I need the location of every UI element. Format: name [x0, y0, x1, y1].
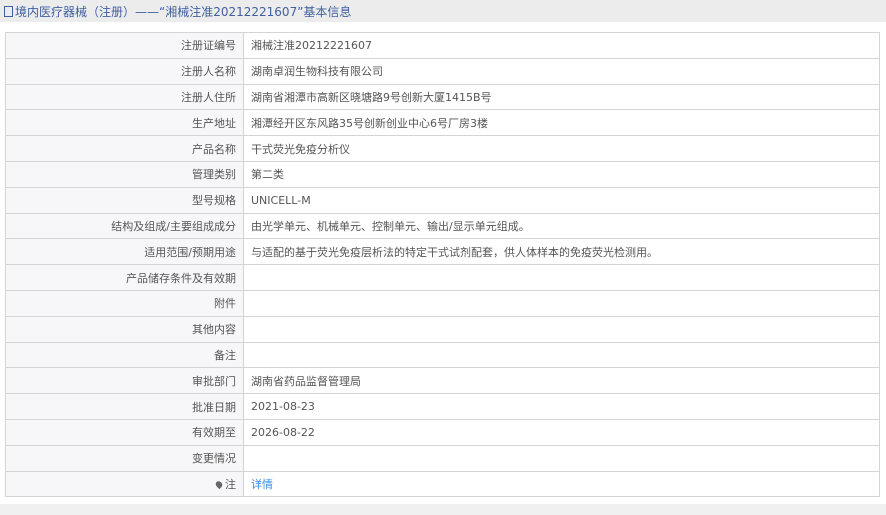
field-value: [243, 315, 880, 343]
field-value: [243, 444, 880, 472]
table-row: 注册人住所 湖南省湘潭市高新区晓塘路9号创新大厦1415B号: [5, 83, 880, 111]
table-row: 适用范围/预期用途 与适配的基于荧光免疫层析法的特定干式试剂配套，供人体样本的免疫…: [5, 238, 880, 266]
field-label: 适用范围/预期用途: [5, 238, 244, 266]
table-row-note: 注 详情: [5, 470, 880, 498]
field-label: 注册人名称: [5, 57, 244, 85]
table-row: 附件: [5, 289, 880, 317]
field-label: 注册人住所: [5, 83, 244, 111]
field-value: UNICELL-M: [243, 186, 880, 214]
details-link[interactable]: 详情: [251, 478, 273, 491]
table-row: 管理类别 第二类: [5, 160, 880, 188]
table-row: 注册证编号 湘械注准20212221607: [5, 32, 880, 59]
table-row: 生产地址 湘潭经开区东风路35号创新创业中心6号厂房3楼: [5, 109, 880, 137]
table-row: 注册人名称 湖南卓润生物科技有限公司: [5, 57, 880, 85]
field-value: 2026-08-22: [243, 418, 880, 446]
field-label: 结构及组成/主要组成成分: [5, 212, 244, 240]
page-header: 境内医疗器械（注册）——“湘械注准20212221607”基本信息: [0, 0, 886, 22]
field-label: 有效期至: [5, 418, 244, 446]
table-row: 变更情况: [5, 444, 880, 472]
table-row: 备注: [5, 341, 880, 369]
field-value: 干式荧光免疫分析仪: [243, 135, 880, 162]
field-value: 湖南省湘潭市高新区晓塘路9号创新大厦1415B号: [243, 83, 880, 111]
field-label: 管理类别: [5, 160, 244, 188]
field-value: 详情: [243, 470, 880, 498]
field-label: 注: [5, 470, 244, 498]
pin-icon: [214, 479, 224, 490]
field-value: 湖南省药品监督管理局: [243, 367, 880, 395]
field-value: 湘潭经开区东风路35号创新创业中心6号厂房3楼: [243, 109, 880, 137]
field-label: 其他内容: [5, 315, 244, 343]
field-label: 附件: [5, 289, 244, 317]
table-row: 产品名称 干式荧光免疫分析仪: [5, 135, 880, 162]
footer-bar: [0, 504, 886, 515]
table-row: 产品储存条件及有效期: [5, 264, 880, 291]
field-value: 由光学单元、机械单元、控制单元、输出/显示单元组成。: [243, 212, 880, 240]
field-label: 备注: [5, 341, 244, 369]
field-value: 湘械注准20212221607: [243, 32, 880, 59]
field-label: 产品名称: [5, 135, 244, 162]
table-row: 型号规格 UNICELL-M: [5, 186, 880, 214]
table-row: 有效期至 2026-08-22: [5, 418, 880, 446]
field-value: 2021-08-23: [243, 393, 880, 420]
field-label: 生产地址: [5, 109, 244, 137]
document-icon: [4, 5, 13, 17]
page-title: 境内医疗器械（注册）——“湘械注准20212221607”基本信息: [15, 4, 352, 19]
field-value: [243, 289, 880, 317]
info-table: 注册证编号 湘械注准20212221607 注册人名称 湖南卓润生物科技有限公司 注册人…: [5, 32, 880, 498]
field-label: 型号规格: [5, 186, 244, 214]
field-label: 批准日期: [5, 393, 244, 420]
field-value: 与适配的基于荧光免疫层析法的特定干式试剂配套，供人体样本的免疫荧光检测用。: [243, 238, 880, 266]
field-label: 审批部门: [5, 367, 244, 395]
field-label: 变更情况: [5, 444, 244, 472]
table-row: 其他内容: [5, 315, 880, 343]
field-value: [243, 341, 880, 369]
field-label: 注册证编号: [5, 32, 244, 59]
field-value: 湖南卓润生物科技有限公司: [243, 57, 880, 85]
field-value: [243, 264, 880, 291]
note-label: 注: [225, 477, 236, 491]
field-value: 第二类: [243, 160, 880, 188]
table-row: 结构及组成/主要组成成分 由光学单元、机械单元、控制单元、输出/显示单元组成。: [5, 212, 880, 240]
field-label: 产品储存条件及有效期: [5, 264, 244, 291]
table-row: 批准日期 2021-08-23: [5, 393, 880, 420]
table-row: 审批部门 湖南省药品监督管理局: [5, 367, 880, 395]
